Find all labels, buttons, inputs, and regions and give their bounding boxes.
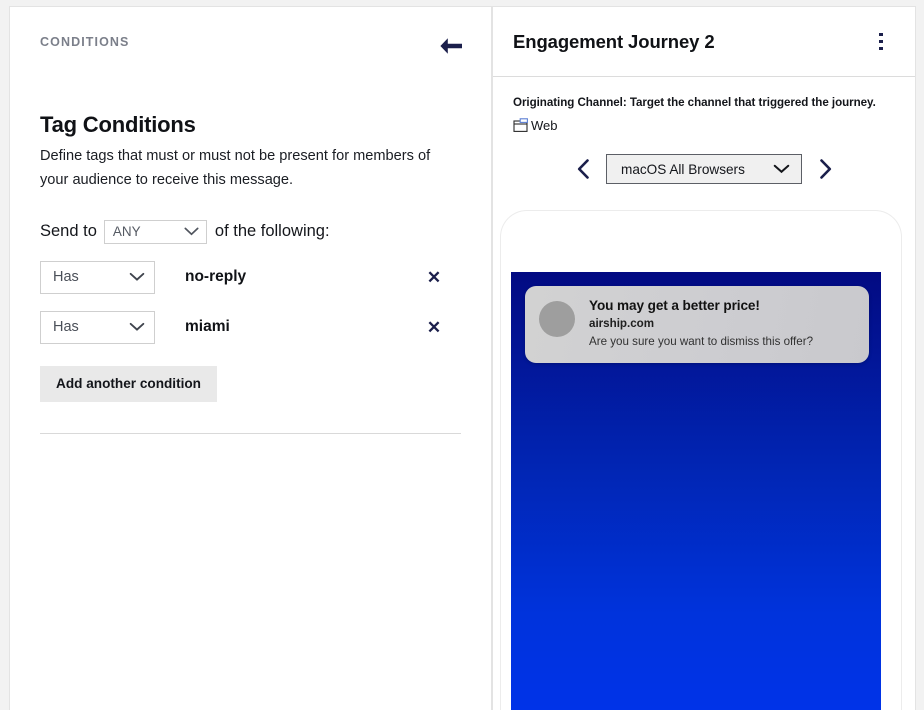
chevron-down-icon xyxy=(129,322,145,332)
preview-panel-header: Engagement Journey 2 xyxy=(493,7,915,77)
channel-label: Web xyxy=(531,118,558,133)
send-to-suffix-label: of the following: xyxy=(214,222,330,241)
match-type-value: ANY xyxy=(112,224,141,240)
journey-title: Engagement Journey 2 xyxy=(513,30,715,52)
notification-content: You may get a better price! airship.com … xyxy=(589,298,813,350)
preview-screen: You may get a better price! airship.com … xyxy=(511,272,881,710)
chevron-right-icon[interactable] xyxy=(813,155,837,183)
chevron-down-icon xyxy=(129,272,145,282)
notification-domain: airship.com xyxy=(589,316,655,330)
device-picker: macOS All Browsers xyxy=(493,154,915,184)
back-arrow-icon[interactable] xyxy=(434,29,468,63)
kebab-dot xyxy=(879,32,883,37)
kebab-menu-icon[interactable] xyxy=(867,27,895,57)
condition-operator-value: Has xyxy=(53,319,79,336)
condition-tag-value: miami xyxy=(185,318,230,336)
condition-row: Has no-reply ✕ xyxy=(40,260,461,294)
remove-condition-button[interactable]: ✕ xyxy=(422,265,446,289)
page-description: Define tags that must or must not be pre… xyxy=(40,148,431,188)
notification-avatar xyxy=(539,301,575,337)
notification-card[interactable]: You may get a better price! airship.com … xyxy=(525,286,869,363)
page-title: Tag Conditions xyxy=(40,112,196,137)
kebab-dot xyxy=(879,46,883,51)
send-to-label: Send to xyxy=(40,222,97,241)
device-select-value: macOS All Browsers xyxy=(621,161,745,177)
originating-channel-text: Originating Channel: Target the channel … xyxy=(513,96,876,109)
condition-tag-value: no-reply xyxy=(185,268,247,286)
match-type-select[interactable]: ANY xyxy=(103,219,207,244)
condition-operator-value: Has xyxy=(53,269,79,286)
kebab-dot xyxy=(879,39,883,44)
remove-condition-button[interactable]: ✕ xyxy=(422,315,446,339)
add-condition-button[interactable]: Add another condition xyxy=(40,365,217,402)
conditions-panel-header: CONDITIONS xyxy=(10,7,491,79)
condition-operator-select[interactable]: Has xyxy=(40,310,155,344)
notification-body: Are you sure you want to dismiss this of… xyxy=(589,335,814,349)
device-select[interactable]: macOS All Browsers xyxy=(606,154,802,184)
web-browser-icon xyxy=(513,118,528,132)
chevron-down-icon xyxy=(184,227,199,236)
conditions-panel: CONDITIONS Tag Conditions Define tags th… xyxy=(9,6,492,710)
preview-panel: Engagement Journey 2 Originating Channel… xyxy=(492,6,916,710)
section-divider xyxy=(40,432,461,434)
send-to-row: Send to ANY of the following: xyxy=(40,219,461,244)
channel-chip: Web xyxy=(493,109,915,133)
app-root: CONDITIONS Tag Conditions Define tags th… xyxy=(0,0,924,710)
chevron-left-icon[interactable] xyxy=(571,155,595,183)
condition-operator-select[interactable]: Has xyxy=(40,260,155,294)
condition-row: Has miami ✕ xyxy=(40,310,461,344)
notification-title: You may get a better price! xyxy=(589,298,760,313)
chevron-down-icon xyxy=(773,162,790,177)
breadcrumb: CONDITIONS xyxy=(40,35,130,49)
device-frame: You may get a better price! airship.com … xyxy=(501,211,901,710)
conditions-panel-body: Tag Conditions Define tags that must or … xyxy=(10,79,491,434)
